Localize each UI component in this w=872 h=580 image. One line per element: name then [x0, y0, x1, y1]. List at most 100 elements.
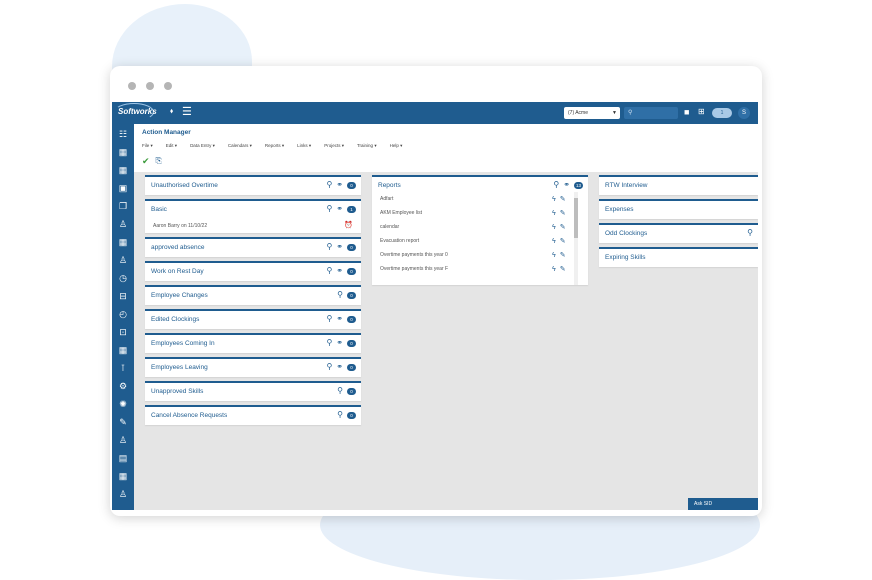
link-icon[interactable]: ⚭ — [336, 314, 343, 324]
sidebar-calendar-icon[interactable]: ▦ — [117, 164, 129, 176]
report-name: Overtime payments this year F — [380, 266, 449, 272]
search-icon[interactable]: ⚲ — [326, 242, 332, 252]
search-icon[interactable]: ⚲ — [337, 290, 343, 300]
widget-cancel-absence-requests[interactable]: Cancel Absence Requests ⚲ 0 — [145, 405, 361, 425]
search-icon[interactable]: ⚲ — [337, 386, 343, 396]
sidebar-edit-user-icon[interactable]: ✎ — [117, 416, 129, 428]
sidebar-user-icon[interactable]: ♙ — [117, 254, 129, 266]
check-icon[interactable]: ✔ — [142, 156, 150, 166]
widget-basic[interactable]: Basic ⚲ ⚭ 1 Aaron Barry on 11/10/22 ⏰ — [145, 199, 361, 233]
lightning-icon[interactable]: ϟ — [552, 249, 556, 262]
edit-icon[interactable]: ✎ — [560, 235, 566, 248]
hamburger-menu-icon[interactable]: ☰ — [182, 106, 192, 118]
edit-icon[interactable]: ✎ — [560, 207, 566, 220]
widget-work-on-rest-day[interactable]: Work on Rest Day ⚲ ⚭ 0 — [145, 261, 361, 281]
widget-title: Unapproved Skills — [151, 388, 204, 395]
top-bar: Softworks ⬧ ☰ (7) Acme ▼ ⚲ ■ ⊞ 1 S — [112, 102, 758, 124]
sidebar-people-icon[interactable]: ☷ — [117, 128, 129, 140]
link-icon[interactable]: ⚭ — [336, 180, 343, 190]
ask-sid-button[interactable]: Ask SID — [688, 498, 758, 510]
report-item[interactable]: Overtime payments this year F ϟ ✎ — [380, 263, 570, 276]
menu-data-entry[interactable]: Data Entry ▾ — [190, 143, 215, 149]
sidebar-list-icon[interactable]: ▤ — [117, 452, 129, 464]
menu-links[interactable]: Links ▾ — [297, 143, 311, 149]
sidebar-briefcase-icon[interactable]: ⊡ — [117, 326, 129, 338]
widget-approved-absence[interactable]: approved absence ⚲ ⚭ 0 — [145, 237, 361, 257]
apps-grid-icon[interactable]: ⊞ — [698, 106, 705, 118]
menu-calendars[interactable]: Calendars ▾ — [228, 143, 252, 149]
sidebar-calendar-icon[interactable]: ▦ — [117, 236, 129, 248]
sidebar-calendar-icon[interactable]: ▦ — [117, 146, 129, 158]
lightning-icon[interactable]: ϟ — [552, 235, 556, 248]
search-icon[interactable]: ⚲ — [326, 266, 332, 276]
widget-rtw-interview[interactable]: RTW Interview — [599, 175, 758, 195]
link-icon[interactable]: ⚭ — [336, 266, 343, 276]
widget-edited-clockings[interactable]: Edited Clockings ⚲ ⚭ 0 — [145, 309, 361, 329]
video-icon[interactable]: ■ — [684, 106, 689, 118]
lightning-icon[interactable]: ϟ — [552, 263, 556, 276]
report-item[interactable]: Overtime payments this year 0 ϟ ✎ — [380, 249, 570, 262]
search-icon[interactable]: ⚲ — [337, 410, 343, 420]
widget-expenses[interactable]: Expenses — [599, 199, 758, 219]
sidebar-settings-icon[interactable]: ✺ — [117, 398, 129, 410]
lightning-icon[interactable]: ϟ — [552, 221, 556, 234]
report-item[interactable]: calendar ϟ ✎ — [380, 221, 570, 234]
search-icon[interactable]: ⚲ — [747, 228, 753, 238]
sidebar-user-icon[interactable]: ♙ — [117, 434, 129, 446]
report-item[interactable]: Evacuation report ϟ ✎ — [380, 235, 570, 248]
sidebar-calendar-icon[interactable]: ▣ — [117, 182, 129, 194]
sidebar-user-icon[interactable]: ♙ — [117, 218, 129, 230]
widget-entry[interactable]: Aaron Barry on 11/10/22 — [153, 223, 207, 229]
menu-reports[interactable]: Reports ▾ — [265, 143, 284, 149]
widget-odd-clockings[interactable]: Odd Clockings ⚲ — [599, 223, 758, 243]
top-search-input[interactable]: ⚲ — [624, 107, 678, 119]
sidebar-calendar-icon[interactable]: ▦ — [117, 470, 129, 482]
menu-file[interactable]: File ▾ — [142, 143, 153, 149]
reports-scrollbar[interactable] — [574, 192, 578, 285]
sidebar-gear-icon[interactable]: ⚙ — [117, 380, 129, 392]
widget-unauthorised-overtime[interactable]: Unauthorised Overtime ⚲ ⚭ 0 — [145, 175, 361, 195]
menu-help[interactable]: Help ▾ — [390, 143, 403, 149]
notification-badge[interactable]: 1 — [712, 108, 732, 118]
link-icon[interactable]: ⚭ — [336, 242, 343, 252]
edit-icon[interactable]: ✎ — [560, 193, 566, 206]
menu-projects[interactable]: Projects ▾ — [324, 143, 344, 149]
sidebar-clock-icon[interactable]: ◷ — [117, 272, 129, 284]
search-icon[interactable]: ⚲ — [326, 180, 332, 190]
edit-icon[interactable]: ✎ — [560, 221, 566, 234]
widget-employees-leaving[interactable]: Employees Leaving ⚲ ⚭ 0 — [145, 357, 361, 377]
document-search-icon[interactable]: ⎘ — [156, 156, 162, 166]
sidebar-clock-icon[interactable]: ◴ — [117, 308, 129, 320]
pin-icon[interactable]: ⬧ — [170, 106, 173, 118]
widget-employees-coming-in[interactable]: Employees Coming In ⚲ ⚭ 0 — [145, 333, 361, 353]
edit-icon[interactable]: ✎ — [560, 263, 566, 276]
report-item[interactable]: AKM Employee list ϟ ✎ — [380, 207, 570, 220]
edit-icon[interactable]: ✎ — [560, 249, 566, 262]
search-icon[interactable]: ⚲ — [553, 180, 559, 190]
link-icon[interactable]: ⚭ — [563, 180, 570, 190]
widget-employee-changes[interactable]: Employee Changes ⚲ 0 — [145, 285, 361, 305]
scrollbar-thumb[interactable] — [574, 198, 578, 238]
lightning-icon[interactable]: ϟ — [552, 207, 556, 220]
widget-unapproved-skills[interactable]: Unapproved Skills ⚲ 0 — [145, 381, 361, 401]
alarm-clock-icon[interactable]: ⏰ — [344, 221, 353, 229]
menu-edit[interactable]: Edit ▾ — [166, 143, 177, 149]
sidebar-thermometer-icon[interactable]: ⊺ — [117, 362, 129, 374]
search-icon[interactable]: ⚲ — [326, 362, 332, 372]
user-avatar[interactable]: S — [738, 107, 750, 119]
search-icon[interactable]: ⚲ — [326, 204, 332, 214]
sidebar-bus-icon[interactable]: ⊟ — [117, 290, 129, 302]
sidebar-calendar-icon[interactable]: ▦ — [117, 344, 129, 356]
site-selector[interactable]: (7) Acme ▼ — [564, 107, 620, 119]
menu-training[interactable]: Training ▾ — [357, 143, 377, 149]
link-icon[interactable]: ⚭ — [336, 338, 343, 348]
widget-expiring-skills[interactable]: Expiring Skills — [599, 247, 758, 267]
search-icon[interactable]: ⚲ — [326, 338, 332, 348]
report-item[interactable]: Adfart ϟ ✎ — [380, 193, 570, 206]
link-icon[interactable]: ⚭ — [336, 362, 343, 372]
link-icon[interactable]: ⚭ — [336, 204, 343, 214]
search-icon[interactable]: ⚲ — [326, 314, 332, 324]
sidebar-copy-icon[interactable]: ❐ — [117, 200, 129, 212]
lightning-icon[interactable]: ϟ — [552, 193, 556, 206]
sidebar-user-icon[interactable]: ♙ — [117, 488, 129, 500]
